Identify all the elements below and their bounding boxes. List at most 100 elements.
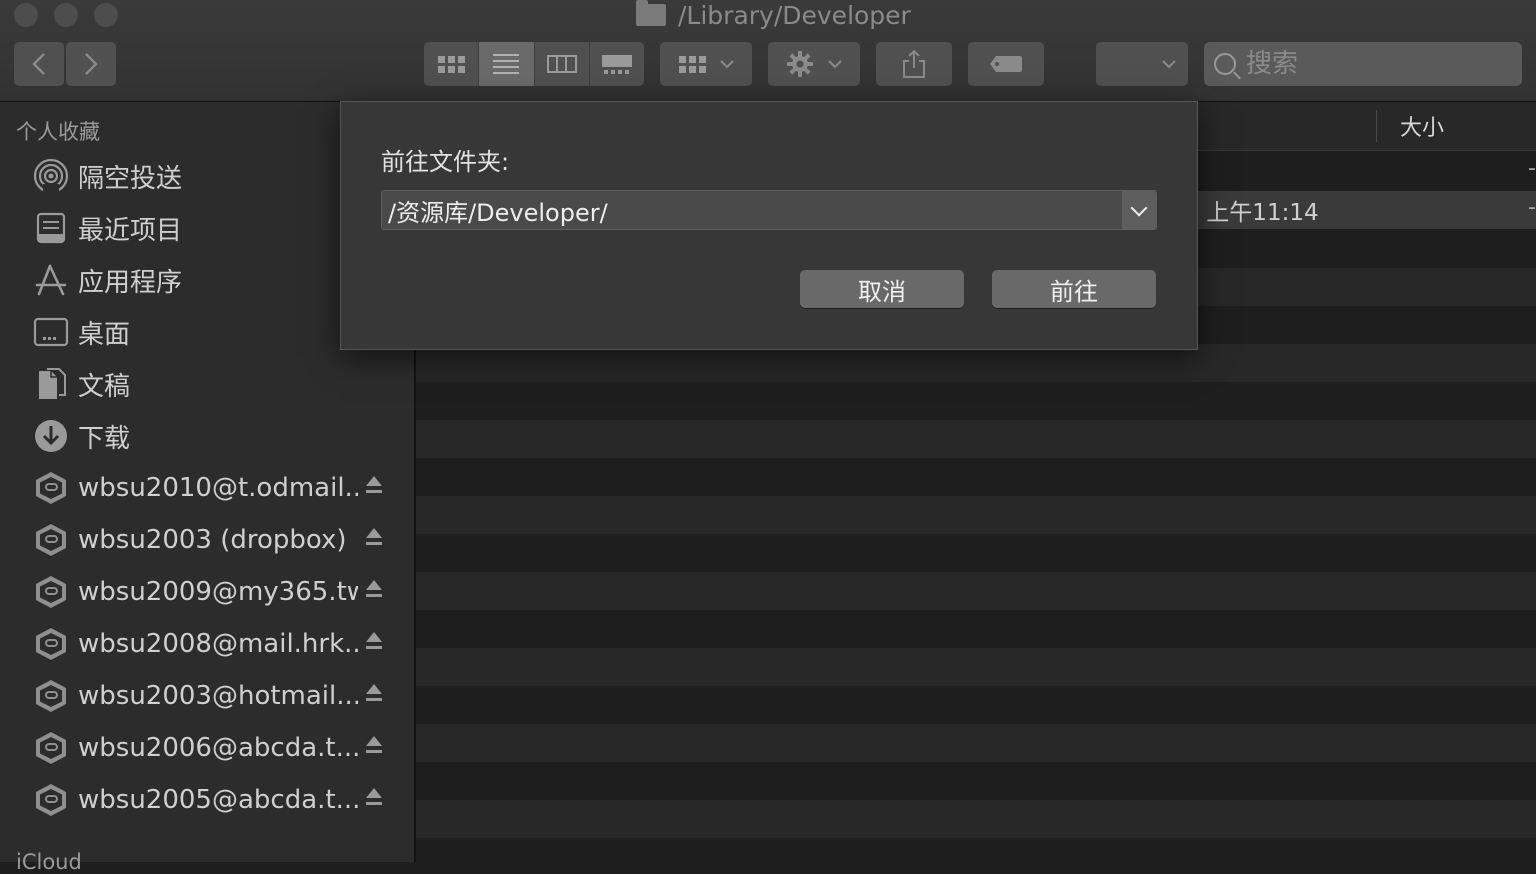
sidebar-item-label: wbsu2003@hotmail.... [78,681,358,711]
zoom-window-button[interactable] [94,3,118,27]
eject-icon[interactable] [364,788,384,810]
folder-path-combobox[interactable] [381,190,1157,230]
table-row [416,686,1536,724]
eject-icon[interactable] [364,736,384,758]
column-view-button[interactable] [535,42,590,86]
applications-icon [32,261,70,299]
gallery-icon [601,54,632,74]
sidebar-item-label: wbsu2008@mail.hrk... [78,629,358,659]
folder-path-input[interactable] [388,191,1108,229]
size-column-header[interactable]: 大小 [1400,110,1444,142]
sidebar-item-label: 最近项目 [78,215,183,246]
search-icon [1214,53,1236,75]
sidebar-item-label: wbsu2009@my365.tw [78,577,358,607]
eject-icon[interactable] [364,476,384,498]
search-field[interactable] [1204,42,1522,86]
sidebar-item-cloud-drive[interactable]: wbsu2005@abcda.t... [32,780,402,820]
sidebar-item-label: 隔空投送 [78,163,183,194]
icon-view-button[interactable] [424,42,480,86]
sidebar-item-cloud-drive[interactable]: wbsu2008@mail.hrk... [32,624,402,664]
tag-button[interactable] [968,42,1044,86]
cloud-drive-icon [32,781,70,819]
sidebar-item-label: 桌面 [78,319,131,350]
sidebar-item-cloud-drive[interactable]: wbsu2009@my365.tw [32,572,402,612]
table-row [416,496,1536,534]
cloud-drive-icon [32,729,70,767]
eject-icon[interactable] [364,580,384,602]
group-grid-icon [678,55,706,73]
sidebar-section-favorites: 个人收藏 [16,120,100,144]
sidebar-item-label: wbsu2003 (dropbox) [78,525,347,555]
cloud-drive-icon [32,677,70,715]
sidebar-item-downloads[interactable]: 下载 [32,416,402,456]
cloud-drive-icon [32,469,70,507]
grid-icon [437,55,465,73]
row-size: - [1528,195,1536,220]
eject-icon[interactable] [364,632,384,654]
gallery-view-button[interactable] [590,42,644,86]
view-mode-control [424,42,644,86]
sidebar-item-cloud-drive[interactable]: wbsu2010@t.odmail.... [32,468,402,508]
window-title-text: /Library/Developer [678,0,911,30]
chevron-right-icon [85,53,98,75]
sidebar-item-label: 应用程序 [78,267,183,298]
cloud-drive-icon [32,625,70,663]
sidebar-item-label: 文稿 [78,371,131,402]
desktop-icon [32,313,70,351]
sidebar-item-cloud-drive[interactable]: wbsu2006@abcda.t... [32,728,402,768]
table-row [416,610,1536,648]
row-size: - [1528,156,1536,181]
gear-icon [787,51,813,77]
sidebar-item-label: 下载 [78,423,131,454]
tag-icon [990,56,1022,72]
cloud-drive-icon [32,573,70,611]
sidebar-item-label: wbsu2005@abcda.t... [78,785,358,815]
chevron-left-icon [32,53,45,75]
path-history-dropdown-button[interactable] [1122,191,1156,229]
table-row [416,534,1536,572]
table-row [416,800,1536,838]
cloud-drive-icon [32,521,70,559]
chevron-down-icon [719,60,734,69]
sidebar-item-label: wbsu2006@abcda.t... [78,733,358,763]
table-row [416,648,1536,686]
chevron-down-icon [828,60,842,69]
sidebar-item-label: wbsu2010@t.odmail.... [78,473,358,503]
download-icon [32,417,70,455]
cancel-button[interactable]: 取消 [800,270,964,308]
sidebar-item-cloud-drive[interactable]: wbsu2003@hotmail.... [32,676,402,716]
dialog-label: 前往文件夹: [381,148,510,176]
list-view-button[interactable] [479,42,535,86]
sidebar-item-documents[interactable]: 文稿 [32,364,402,404]
documents-icon [32,365,70,403]
window-title: /Library/Developer [636,0,911,30]
sidebar-item-cloud-drive[interactable]: wbsu2003 (dropbox) [32,520,402,560]
back-button[interactable] [14,42,64,86]
chevron-down-icon [1130,199,1148,216]
share-button[interactable] [876,42,952,86]
airdrop-icon [32,157,70,195]
minimize-window-button[interactable] [54,3,78,27]
go-button[interactable]: 前往 [992,270,1156,308]
sidebar-section-icloud: iCloud [16,850,82,874]
close-window-button[interactable] [14,3,38,27]
columns-icon [546,55,577,73]
go-to-folder-dialog: 前往文件夹: 取消 前往 [340,101,1198,350]
eject-icon[interactable] [364,528,384,550]
folder-icon [636,0,666,26]
search-input[interactable] [1244,48,1498,80]
forward-button[interactable] [66,42,116,86]
column-divider[interactable] [1376,110,1377,142]
eject-icon[interactable] [364,684,384,706]
chevron-down-icon [1162,60,1176,69]
table-row [416,458,1536,496]
table-row [416,420,1536,458]
action-menu-button[interactable] [768,42,860,86]
table-row [416,382,1536,420]
group-by-button[interactable] [660,42,752,86]
sort-dropdown[interactable] [1096,42,1188,86]
table-row [416,572,1536,610]
table-row [416,724,1536,762]
share-icon [903,49,925,78]
table-row [416,762,1536,800]
